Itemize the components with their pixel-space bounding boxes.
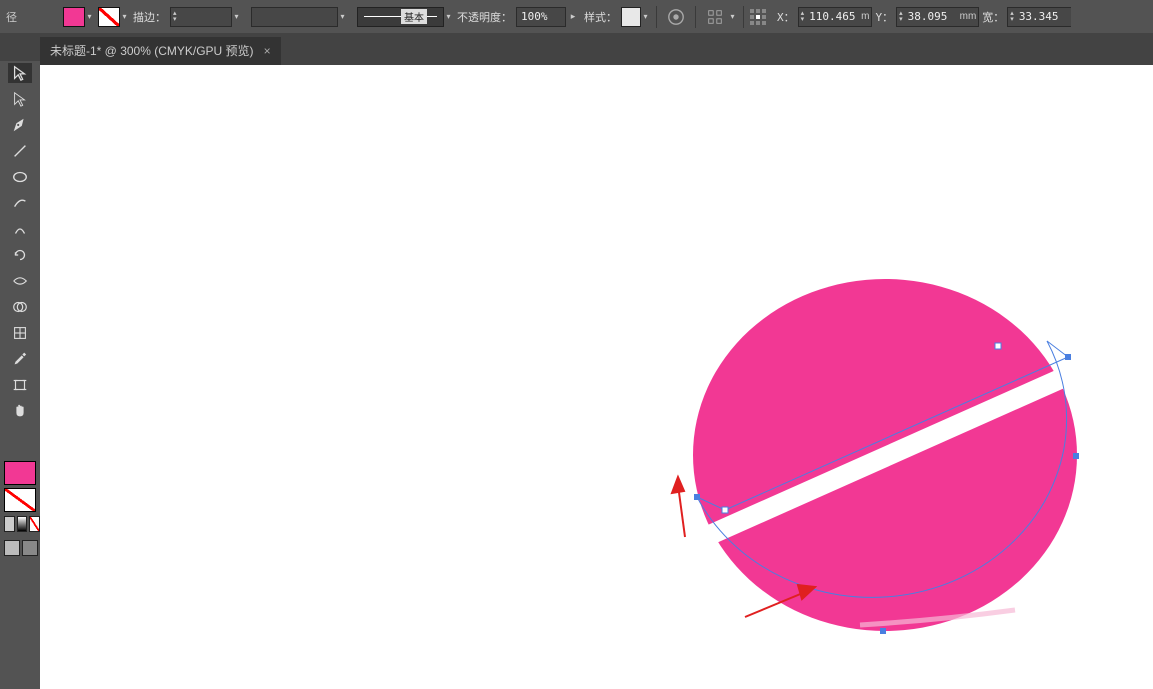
- rotate-tool[interactable]: [8, 245, 32, 265]
- selection-tool[interactable]: [8, 63, 32, 83]
- line-tool[interactable]: [8, 141, 32, 161]
- brush-dropdown[interactable]: ▾: [444, 8, 453, 26]
- shaper-tool[interactable]: [8, 219, 32, 239]
- opacity-dropdown[interactable]: ▸: [566, 8, 580, 26]
- color-mode-btn[interactable]: [4, 516, 15, 532]
- color-controls: [0, 461, 40, 556]
- path-label: 径: [6, 9, 17, 25]
- y-input[interactable]: ▴▾ 38.095 mm: [896, 7, 979, 27]
- w-input[interactable]: ▴▾ 33.345: [1007, 7, 1071, 27]
- hand-tool[interactable]: [8, 401, 32, 421]
- stroke-color[interactable]: [4, 488, 36, 512]
- tab-title: 未标题-1* @ 300% (CMYK/GPU 预览): [50, 37, 254, 65]
- w-label: 宽：: [982, 9, 1004, 25]
- opacity-input[interactable]: 100%: [516, 7, 566, 27]
- canvas[interactable]: [40, 65, 1153, 689]
- fill-dropdown-icon[interactable]: ▾: [85, 8, 94, 26]
- close-icon[interactable]: ×: [264, 37, 271, 65]
- align-icon[interactable]: [702, 4, 728, 30]
- style-dropdown[interactable]: ▾: [641, 8, 650, 26]
- stroke-weight-input[interactable]: ▴▾: [170, 7, 232, 27]
- stepper-icon[interactable]: ▴▾: [171, 11, 179, 23]
- options-bar: 径 ▾ ▾ 描边： ▴▾ ▾ ▾ 基本 ▾ 不透明度： 100% ▸ 样式： ▾…: [0, 0, 1153, 33]
- w-value: 33.345: [1016, 10, 1071, 23]
- recolor-artwork-icon[interactable]: [663, 4, 689, 30]
- stroke-color-swatch[interactable]: [98, 7, 120, 27]
- vwp-dropdown[interactable]: ▾: [338, 8, 347, 26]
- ellipse-tool[interactable]: [8, 167, 32, 187]
- artwork: [40, 65, 1153, 689]
- artboard-tool[interactable]: [8, 375, 32, 395]
- fill-color[interactable]: [4, 461, 36, 485]
- direct-selection-tool[interactable]: [8, 89, 32, 109]
- stroke-label: 描边：: [133, 9, 166, 25]
- brush-definition[interactable]: 基本: [357, 7, 444, 27]
- stroke-dropdown-icon[interactable]: ▾: [120, 8, 129, 26]
- tool-panel: [0, 33, 40, 689]
- shape-builder-tool[interactable]: [8, 297, 32, 317]
- transform-reference-point[interactable]: [750, 9, 766, 25]
- stepper-icon[interactable]: ▴▾: [1008, 11, 1016, 23]
- opacity-value: 100%: [517, 10, 552, 23]
- document-tab-bar: 未标题-1* @ 300% (CMYK/GPU 预览) ×: [40, 33, 1153, 65]
- stroke-weight-dropdown[interactable]: ▾: [232, 8, 241, 26]
- mesh-tool[interactable]: [8, 323, 32, 343]
- none-mode-btn[interactable]: [29, 516, 40, 532]
- opacity-label: 不透明度：: [457, 9, 512, 25]
- variable-width-profile[interactable]: [251, 7, 338, 27]
- screen-mode-full[interactable]: [22, 540, 38, 556]
- x-value: 110.465: [806, 10, 861, 23]
- x-input[interactable]: ▴▾ 110.465 m: [798, 7, 873, 27]
- stepper-icon[interactable]: ▴▾: [799, 11, 807, 23]
- y-label: Y：: [875, 9, 893, 25]
- x-label: X：: [777, 9, 795, 25]
- stepper-icon[interactable]: ▴▾: [897, 11, 905, 23]
- screen-mode-normal[interactable]: [4, 540, 20, 556]
- eyedropper-tool[interactable]: [8, 349, 32, 369]
- brush-label: 基本: [401, 9, 427, 24]
- style-label: 样式：: [584, 9, 617, 25]
- width-tool[interactable]: [8, 271, 32, 291]
- document-tab[interactable]: 未标题-1* @ 300% (CMYK/GPU 预览) ×: [40, 37, 281, 65]
- pen-tool[interactable]: [8, 115, 32, 135]
- graphic-style[interactable]: [621, 7, 641, 27]
- fill-color-swatch[interactable]: [63, 7, 85, 27]
- y-value: 38.095: [905, 10, 960, 23]
- gradient-mode-btn[interactable]: [17, 516, 28, 532]
- selected-shape[interactable]: [566, 279, 1153, 634]
- paintbrush-tool[interactable]: [8, 193, 32, 213]
- align-dropdown[interactable]: ▾: [728, 8, 737, 26]
